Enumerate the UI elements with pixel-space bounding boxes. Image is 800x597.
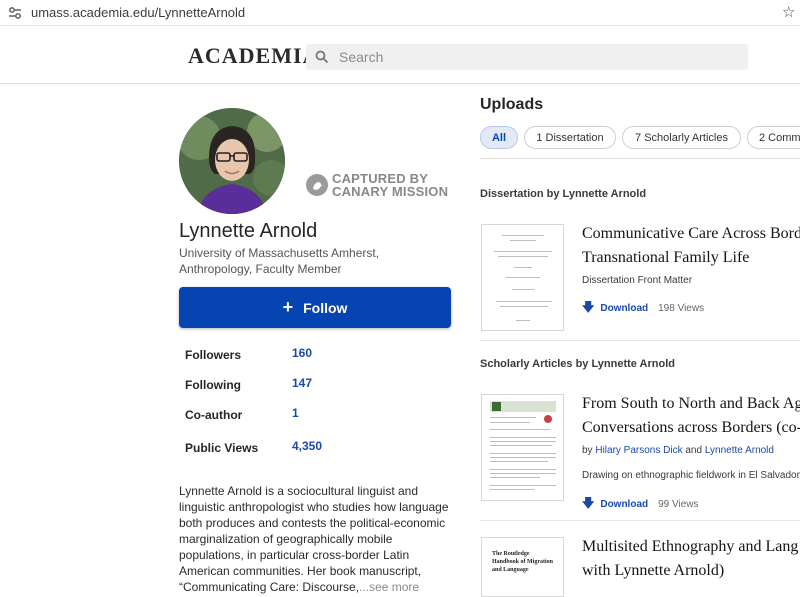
stamp-line-2: CANARY MISSION <box>332 184 449 199</box>
chip-scholarly-articles[interactable]: 7 Scholarly Articles <box>622 126 741 149</box>
paper-snippet: Drawing on ethnographic fieldwork in El … <box>582 470 800 481</box>
thumbnail-book-title: The Routledge Handbook of Migration and … <box>492 551 554 573</box>
chip-dissertation[interactable]: 1 Dissertation <box>524 126 616 149</box>
paper-title-south-to-north[interactable]: From South to North and Back Ag Conversa… <box>582 392 800 440</box>
canary-bird-icon <box>306 174 328 196</box>
section-divider <box>480 340 800 341</box>
author-link-lynnette-arnold[interactable]: Lynnette Arnold <box>705 445 774 456</box>
paper-title-communicative-care[interactable]: Communicative Care Across Bord Transnati… <box>582 222 800 270</box>
profile-affiliation: University of Massachusetts Amherst, Ant… <box>179 246 380 276</box>
academia-logo[interactable]: ACADEMIA <box>188 43 319 69</box>
paper-title-line-2: Transnational Family Life <box>582 249 750 266</box>
profile-name: Lynnette Arnold <box>179 220 318 242</box>
paper-thumbnail[interactable] <box>481 224 564 331</box>
stat-value-following[interactable]: 147 <box>292 376 312 390</box>
stat-value-public-views[interactable]: 4,350 <box>292 439 322 453</box>
search-input[interactable] <box>339 49 739 65</box>
section-heading-articles: Scholarly Articles by Lynnette Arnold <box>480 358 675 370</box>
paper-thumbnail[interactable] <box>481 394 564 501</box>
paper-title-line-1: Multisited Ethnography and Lang <box>582 538 799 555</box>
download-row: 🡇 Download 99 Views <box>582 494 699 515</box>
profile-bio: Lynnette Arnold is a sociocultural lingu… <box>179 483 454 595</box>
chip-comments[interactable]: 2 Comme <box>747 126 800 149</box>
paper-title-multisited-ethnography[interactable]: Multisited Ethnography and Lang with Lyn… <box>582 535 800 583</box>
paper-title-line-2: with Lynnette Arnold) <box>582 562 725 579</box>
author-link-hilary-parsons-dick[interactable]: Hilary Parsons Dick <box>595 445 682 456</box>
chip-all[interactable]: All <box>480 126 518 149</box>
stat-label-followers: Followers <box>185 348 242 362</box>
follow-button[interactable]: + Follow <box>179 287 451 328</box>
see-more-link[interactable]: ...see more <box>359 580 419 594</box>
download-icon[interactable]: 🡇 <box>582 494 594 515</box>
stat-label-following: Following <box>185 378 241 392</box>
stat-value-coauthor[interactable]: 1 <box>292 406 299 420</box>
avatar <box>179 108 285 214</box>
stat-label-coauthor: Co-author <box>185 408 243 422</box>
bio-text: Lynnette Arnold is a sociocultural lingu… <box>179 484 449 594</box>
uploads-title: Uploads <box>480 96 544 113</box>
stat-label-public-views: Public Views <box>185 441 259 455</box>
download-icon[interactable]: 🡇 <box>582 298 594 319</box>
paper-thumbnail[interactable]: The Routledge Handbook of Migration and … <box>481 537 564 597</box>
uploads-divider <box>480 158 800 159</box>
search-bar[interactable] <box>306 44 748 70</box>
search-icon <box>315 50 329 64</box>
download-link[interactable]: Download <box>600 303 648 314</box>
view-count: 198 Views <box>658 303 705 314</box>
stat-value-followers[interactable]: 160 <box>292 346 312 360</box>
section-heading-dissertation: Dissertation by Lynnette Arnold <box>480 188 647 200</box>
site-settings-icon[interactable] <box>8 6 22 20</box>
paper-title-line-1: Communicative Care Across Bord <box>582 225 800 242</box>
paper-authors: by Hilary Parsons Dick and Lynnette Arno… <box>582 445 774 456</box>
section-divider <box>480 520 800 521</box>
browser-address-bar[interactable]: umass.academia.edu/LynnetteArnold ☆ <box>0 0 800 26</box>
view-count: 99 Views <box>658 499 699 510</box>
paper-title-line-2: Conversations across Borders (co- <box>582 419 800 436</box>
paper-meta: Dissertation Front Matter <box>582 275 693 286</box>
follow-label: Follow <box>303 299 348 316</box>
download-row: 🡇 Download 198 Views <box>582 298 704 319</box>
bookmark-star-icon[interactable]: ☆ <box>782 3 795 21</box>
url-text[interactable]: umass.academia.edu/LynnetteArnold <box>31 5 245 20</box>
download-link[interactable]: Download <box>600 499 648 510</box>
paper-title-line-1: From South to North and Back Ag <box>582 395 800 412</box>
plus-icon: + <box>282 297 294 317</box>
site-header: ACADEMIA <box>0 26 800 84</box>
canary-mission-stamp: CAPTURED BY CANARY MISSION <box>306 172 448 198</box>
by-label: by <box>582 445 593 456</box>
and-label: and <box>685 445 703 456</box>
